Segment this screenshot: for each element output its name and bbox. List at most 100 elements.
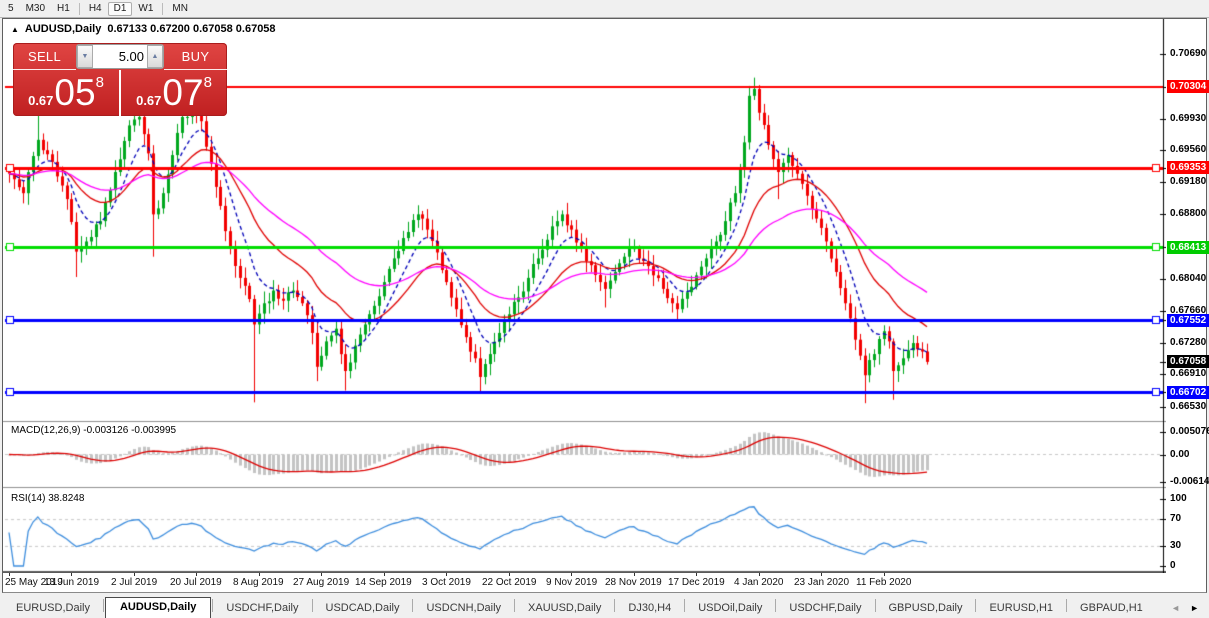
chart-ohlc-values: 0.67133 0.67200 0.67058 0.67058	[107, 23, 276, 35]
macd-label: MACD(12,26,9) -0.003126 -0.003995	[11, 425, 177, 436]
timeframe-button-5[interactable]: 5	[2, 2, 20, 16]
price-axis-tick: 0.67280	[1170, 337, 1207, 349]
toolbar-separator	[78, 2, 80, 15]
timeframe-button-mn[interactable]: MN	[166, 2, 194, 16]
price-level-badge: 0.69353	[1167, 161, 1209, 175]
tab-separator	[684, 599, 686, 612]
date-axis-label: 11 Feb 2020	[856, 577, 912, 588]
price-axis-tick: 0.69560	[1170, 144, 1207, 155]
volume-increase-button[interactable]: ▲	[147, 45, 163, 68]
price-level-badge: 0.66702	[1167, 385, 1209, 399]
tab-gbpaud-h1[interactable]: GBPAUD,H1	[1068, 599, 1155, 618]
tab-dj30-h4[interactable]: DJ30,H4	[616, 599, 683, 618]
macd-axis-tick: -0.006148	[1170, 475, 1209, 487]
tab-separator	[975, 599, 977, 612]
date-axis-tick	[759, 573, 760, 576]
buy-button[interactable]: BUY	[164, 43, 227, 70]
macd-axis-tick: 0.005076	[1170, 426, 1209, 437]
toolbar-separator	[162, 2, 164, 15]
chart-tabbar: EURUSD,Daily AUDUSD,Daily USDCHF,Daily USDC…	[0, 593, 1209, 618]
date-axis-tick	[384, 573, 385, 576]
tab-scroll-arrows: ◄ ►	[1165, 603, 1205, 618]
sell-price-big: 05	[54, 72, 96, 113]
date-axis-label: 20 Jul 2019	[170, 577, 222, 588]
timeframe-button-m30[interactable]: M30	[20, 2, 51, 16]
date-axis-tick	[821, 573, 822, 576]
date-axis-label: 27 Aug 2019	[293, 577, 350, 588]
price-level-badge: 0.67058	[1167, 355, 1209, 369]
tab-gbpusd-daily[interactable]: GBPUSD,Daily	[877, 599, 975, 618]
date-axis-label: 17 Dec 2019	[668, 577, 725, 588]
buy-price-prefix: 0.67	[136, 93, 162, 108]
date-axis-tick	[259, 573, 260, 576]
buy-price-display[interactable]: 0.67 07 8	[121, 70, 227, 116]
date-axis-label: 22 Oct 2019	[482, 577, 537, 588]
date-axis-tick	[321, 573, 322, 576]
date-axis-tick	[509, 573, 510, 576]
date-axis-tick	[884, 573, 885, 576]
tab-separator	[874, 599, 876, 612]
tab-usdchf-daily[interactable]: USDCHF,Daily	[777, 599, 873, 618]
price-axis-tick: 0.66910	[1170, 368, 1207, 380]
tab-separator	[212, 599, 214, 612]
volume-decrease-button[interactable]: ▼	[77, 45, 93, 68]
tab-usdchf-daily[interactable]: USDCHF,Daily	[214, 599, 310, 618]
volume-spinner: ▼ 5.00 ▲	[76, 44, 164, 69]
timeframe-button-h4[interactable]: H4	[83, 2, 108, 16]
sell-price-prefix: 0.67	[28, 93, 54, 108]
price-axis-tick: 0.69180	[1170, 176, 1207, 188]
price-level-badge: 0.70304	[1167, 80, 1209, 94]
one-click-trading-panel: SELL ▼ 5.00 ▲ BUY 0.67 05 8 0.67 07 8	[13, 43, 227, 116]
tab-separator	[614, 599, 616, 612]
price-axis-tick: 0.69930	[1170, 112, 1207, 124]
price-axis-tick: 0.70690	[1170, 48, 1207, 60]
tab-scroll-left-icon[interactable]: ◄	[1171, 603, 1180, 613]
date-axis-tick	[134, 573, 135, 576]
tab-scroll-right-icon[interactable]: ►	[1190, 603, 1199, 613]
tab-separator	[1066, 599, 1068, 612]
macd-axis-tick: 0.00	[1170, 448, 1190, 460]
rsi-label: RSI(14) 38.8248	[11, 493, 85, 504]
sell-price-sup: 8	[95, 74, 104, 91]
price-axis-tick: 0.68040	[1170, 272, 1207, 284]
date-axis-tick	[196, 573, 197, 576]
timeframe-toolbar: 5 M30 H1 H4 D1 W1 MN	[0, 0, 1209, 18]
date-axis-tick	[9, 573, 10, 576]
price-axis[interactable]: 0.70690 0.69930 0.69560 0.69180 0.68800 0.680…	[1166, 19, 1209, 573]
timeframe-button-h1[interactable]: H1	[51, 2, 76, 16]
tab-separator	[311, 599, 313, 612]
date-axis-label: 2 Jul 2019	[111, 577, 158, 588]
sell-price-display[interactable]: 0.67 05 8	[13, 70, 121, 116]
date-axis-label: 3 Oct 2019	[422, 577, 471, 588]
tab-separator	[514, 599, 516, 612]
tab-usdoil-daily[interactable]: USDOil,Daily	[686, 599, 774, 618]
tab-eurusd-daily[interactable]: EURUSD,Daily	[4, 599, 102, 618]
date-axis-tick	[634, 573, 635, 576]
price-axis-tick: 0.66530	[1170, 400, 1207, 412]
sell-button[interactable]: SELL	[13, 43, 76, 70]
tab-xauusd-daily[interactable]: XAUUSD,Daily	[516, 599, 613, 618]
date-axis-tick	[446, 573, 447, 576]
tab-usdcnh-daily[interactable]: USDCNH,Daily	[414, 599, 513, 618]
tab-separator	[102, 599, 104, 612]
chart-window: ▲ AUDUSD,Daily 0.67133 0.67200 0.67058 0…	[2, 18, 1209, 593]
price-level-badge: 0.68413	[1167, 240, 1209, 254]
price-level-badge: 0.67552	[1167, 313, 1209, 327]
tab-usdcad-daily[interactable]: USDCAD,Daily	[314, 599, 412, 618]
timeframe-button-d1[interactable]: D1	[107, 1, 133, 16]
date-axis-tick	[571, 573, 572, 576]
date-axis-label: 8 Aug 2019	[233, 577, 284, 588]
timeframe-button-w1[interactable]: W1	[132, 2, 159, 16]
collapse-triangle-icon[interactable]: ▲	[11, 25, 19, 34]
price-axis-tick: 0.68800	[1170, 208, 1207, 220]
rsi-axis-tick: 70	[1170, 513, 1182, 525]
tab-eurusd-h1[interactable]: EURUSD,H1	[977, 599, 1065, 618]
volume-input[interactable]: 5.00	[93, 45, 147, 68]
rsi-axis-tick: 100	[1170, 493, 1187, 504]
date-axis-label: 23 Jan 2020	[794, 577, 850, 588]
chart-symbol-label: AUDUSD,Daily	[24, 23, 102, 35]
tab-audusd-daily[interactable]: AUDUSD,Daily	[104, 597, 212, 618]
date-axis-label: 4 Jan 2020	[734, 577, 784, 588]
date-axis[interactable]: 25 May 2019 13 Jun 2019 2 Jul 2019 20 Jul 2…	[3, 573, 1206, 592]
buy-price-big: 07	[162, 72, 204, 113]
